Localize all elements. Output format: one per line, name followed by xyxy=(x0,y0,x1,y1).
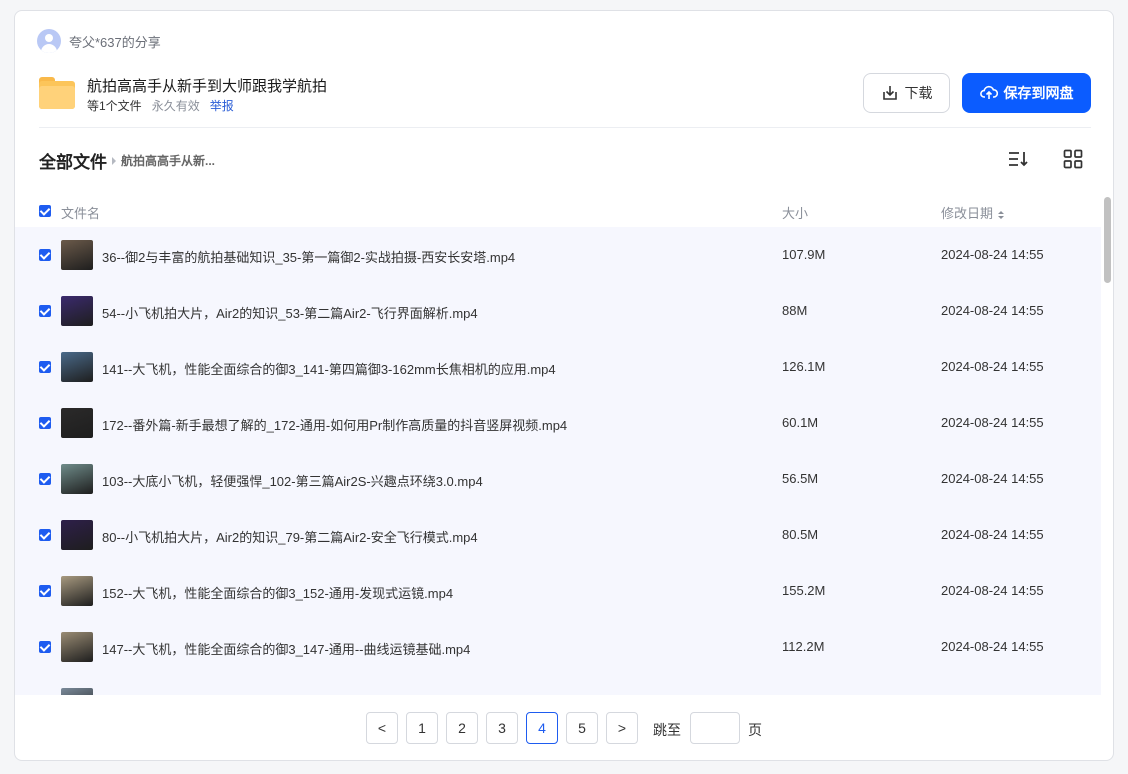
select-all-checkbox[interactable] xyxy=(39,205,51,217)
avatar xyxy=(37,29,61,53)
prev-page-button[interactable]: < xyxy=(366,712,398,744)
file-name[interactable]: 147--大飞机，性能全面综合的御3_147-通用--曲线运镜基础.mp4 xyxy=(102,639,470,658)
file-date: 2024-08-24 14:55 xyxy=(941,247,1044,262)
sharer-info: 夸父*637的分享 xyxy=(37,29,161,53)
divider xyxy=(39,127,1091,128)
file-size: 80.5M xyxy=(782,527,819,542)
file-size: 126.1M xyxy=(782,359,826,374)
file-count: 等1个文件 xyxy=(87,99,142,113)
share-meta: 等1个文件 永久有效 举报 xyxy=(87,97,234,114)
page-button-2[interactable]: 2 xyxy=(446,712,478,744)
share-card: 夸父*637的分享 航拍高高手从新手到大师跟我学航拍 等1个文件 永久有效 举报… xyxy=(14,10,1114,761)
download-label: 下载 xyxy=(904,85,933,101)
file-size: 60.1M xyxy=(782,415,819,430)
table-row[interactable]: 80--小飞机拍大片，Air2的知识_79-第二篇Air2-安全飞行模式.mp4… xyxy=(15,507,1101,563)
table-header: 文件名 大小 修改日期 xyxy=(15,197,1113,227)
video-thumbnail xyxy=(61,408,93,438)
file-date: 2024-08-24 14:55 xyxy=(941,527,1044,542)
file-name[interactable]: 172--番外篇-新手最想了解的_172-通用-如何用Pr制作高质量的抖音竖屏视… xyxy=(102,415,567,434)
video-thumbnail xyxy=(61,240,93,270)
download-icon xyxy=(882,86,897,100)
table-row[interactable]: 141--大飞机，性能全面综合的御3_141-第四篇御3-162mm长焦相机的应… xyxy=(15,339,1101,395)
column-date-label: 修改日期 xyxy=(941,206,994,221)
video-thumbnail xyxy=(61,352,93,382)
table-row[interactable]: 172--番外篇-新手最想了解的_172-通用-如何用Pr制作高质量的抖音竖屏视… xyxy=(15,395,1101,451)
share-title: 航拍高高手从新手到大师跟我学航拍 xyxy=(87,78,328,95)
file-name[interactable]: 141--大飞机，性能全面综合的御3_141-第四篇御3-162mm长焦相机的应… xyxy=(102,359,556,378)
cloud-upload-icon xyxy=(979,85,998,99)
jump-page-input[interactable] xyxy=(690,712,740,744)
row-checkbox[interactable] xyxy=(39,361,51,373)
row-checkbox[interactable] xyxy=(39,417,51,429)
page-button-5[interactable]: 5 xyxy=(566,712,598,744)
file-size: 56.5M xyxy=(782,471,819,486)
table-row[interactable]: 103--大底小飞机，轻便强悍_102-第三篇Air2S-兴趣点环绕3.0.mp… xyxy=(15,451,1101,507)
jump-unit: 页 xyxy=(748,722,762,738)
file-date: 2024-08-24 14:55 xyxy=(941,583,1044,598)
file-date: 2024-08-24 14:55 xyxy=(941,415,1044,430)
page-button-1[interactable]: 1 xyxy=(406,712,438,744)
table-row[interactable]: 36--御2与丰富的航拍基础知识_35-第一篇御2-实战拍摄-西安长安塔.mp4… xyxy=(15,227,1101,283)
video-thumbnail xyxy=(61,576,93,606)
breadcrumb-current: 航拍高高手从新... xyxy=(121,154,216,168)
page-button-3[interactable]: 3 xyxy=(486,712,518,744)
file-date: 2024-08-24 14:55 xyxy=(941,359,1044,374)
file-date: 2024-08-24 14:55 xyxy=(941,471,1044,486)
row-checkbox[interactable] xyxy=(39,473,51,485)
file-name[interactable]: 103--大底小飞机，轻便强悍_102-第三篇Air2S-兴趣点环绕3.0.mp… xyxy=(102,471,483,490)
breadcrumb-separator-icon xyxy=(112,156,116,165)
row-checkbox[interactable] xyxy=(39,529,51,541)
page-button-4[interactable]: 4 xyxy=(526,712,558,744)
video-thumbnail xyxy=(61,296,93,326)
column-filename: 文件名 xyxy=(61,206,101,221)
save-label: 保存到网盘 xyxy=(1003,85,1074,101)
file-size: 88M xyxy=(782,303,808,318)
sharer-name: 夸父*637的分享 xyxy=(69,34,161,50)
download-button[interactable]: 下载 xyxy=(863,73,950,113)
file-date: 2024-08-24 14:55 xyxy=(941,639,1044,654)
video-thumbnail xyxy=(61,464,93,494)
file-size: 112.2M xyxy=(782,639,825,654)
scrollbar-thumb[interactable] xyxy=(1104,197,1111,283)
table-row[interactable] xyxy=(15,675,1101,695)
table-row[interactable]: 54--小飞机拍大片，Air2的知识_53-第二篇Air2-飞行界面解析.mp4… xyxy=(15,283,1101,339)
breadcrumb: 全部文件 航拍高高手从新... xyxy=(39,148,215,173)
save-to-disk-button[interactable]: 保存到网盘 xyxy=(962,73,1091,113)
next-page-button[interactable]: > xyxy=(606,712,638,744)
breadcrumb-root[interactable]: 全部文件 xyxy=(39,148,107,173)
table-row[interactable]: 147--大飞机，性能全面综合的御3_147-通用--曲线运镜基础.mp4 112… xyxy=(15,619,1101,675)
scrollbar[interactable] xyxy=(1101,197,1113,695)
file-list: 36--御2与丰富的航拍基础知识_35-第一篇御2-实战拍摄-西安长安塔.mp4… xyxy=(15,227,1101,695)
folder-icon xyxy=(39,75,75,111)
video-thumbnail xyxy=(61,688,93,695)
table-row[interactable]: 152--大飞机，性能全面综合的御3_152-通用-发现式运镜.mp4 155.2… xyxy=(15,563,1101,619)
video-thumbnail xyxy=(61,632,93,662)
column-size: 大小 xyxy=(782,206,809,221)
file-name[interactable]: 80--小飞机拍大片，Air2的知识_79-第二篇Air2-安全飞行模式.mp4 xyxy=(102,527,478,546)
video-thumbnail xyxy=(61,520,93,550)
file-name[interactable]: 152--大飞机，性能全面综合的御3_152-通用-发现式运镜.mp4 xyxy=(102,583,453,602)
file-size: 107.9M xyxy=(782,247,826,262)
sort-arrows-icon xyxy=(997,210,1004,219)
file-date: 2024-08-24 14:55 xyxy=(941,303,1044,318)
row-checkbox[interactable] xyxy=(39,641,51,653)
sort-list-icon[interactable] xyxy=(1007,149,1029,169)
file-name[interactable]: 36--御2与丰富的航拍基础知识_35-第一篇御2-实战拍摄-西安长安塔.mp4 xyxy=(102,247,515,266)
grid-view-icon[interactable] xyxy=(1063,149,1083,169)
report-link[interactable]: 举报 xyxy=(210,97,234,114)
pagination: 跳至 页 <1 2 3 4 5 > xyxy=(15,711,1113,745)
row-checkbox[interactable] xyxy=(39,585,51,597)
row-checkbox[interactable] xyxy=(39,249,51,261)
jump-label: 跳至 xyxy=(653,722,681,738)
file-name[interactable]: 54--小飞机拍大片，Air2的知识_53-第二篇Air2-飞行界面解析.mp4 xyxy=(102,303,478,322)
file-size: 155.2M xyxy=(782,583,826,598)
row-checkbox[interactable] xyxy=(39,305,51,317)
validity-text: 永久有效 xyxy=(151,99,200,113)
column-date[interactable]: 修改日期 xyxy=(941,203,1005,222)
